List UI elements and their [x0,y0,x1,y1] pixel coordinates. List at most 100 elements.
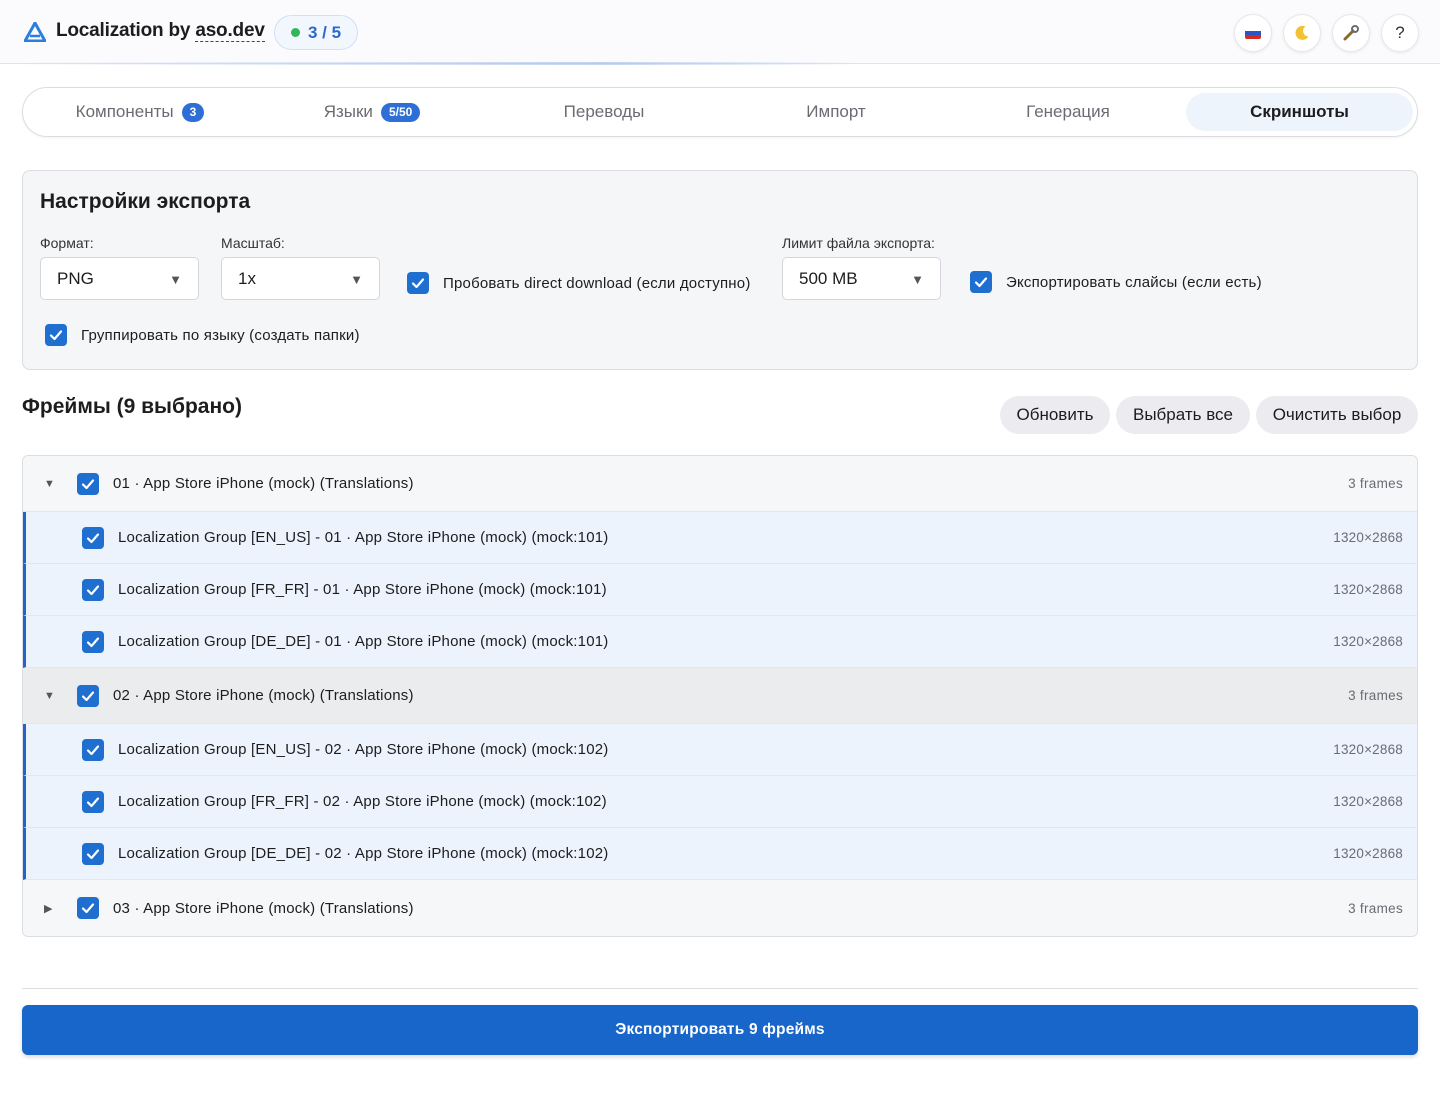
group-checkbox[interactable] [77,684,99,707]
checkmark-icon [86,584,100,595]
frame-checkbox[interactable] [82,578,104,601]
checkmark-icon [974,277,988,288]
group-checkbox[interactable] [77,897,99,919]
frame-group-row[interactable]: ▼ 02 · App Store iPhone (mock) (Translat… [23,668,1417,724]
step-progress-text: 3 / 5 [307,22,342,42]
tab-label: Переводы [563,102,645,121]
group-by-language-option[interactable]: Группировать по языку (создать папки) [45,324,360,346]
checkmark-icon [86,848,100,859]
caret-down-icon[interactable]: ▼ [44,690,55,702]
tab-generation[interactable]: Генерация [957,93,1179,131]
frames-list: ▼ 01 · App Store iPhone (mock) (Translat… [22,455,1418,937]
wrench-icon [1343,25,1359,41]
chevron-down-icon: ▼ [911,272,924,287]
frame-row[interactable]: Localization Group [FR_FR] - 02 · App St… [23,776,1417,828]
tab-components[interactable]: Компоненты 3 [29,93,251,131]
frame-row[interactable]: Localization Group [FR_FR] - 01 · App St… [23,564,1417,616]
frame-size: 1320×2868 [1333,582,1403,597]
frame-checkbox[interactable] [82,842,104,865]
frame-size: 1320×2868 [1333,846,1403,861]
frame-row[interactable]: Localization Group [DE_DE] - 01 · App St… [23,616,1417,668]
status-dot-icon [290,28,300,37]
checkmark-icon [49,330,63,341]
frame-group-row[interactable]: ▼ 01 · App Store iPhone (mock) (Translat… [23,456,1417,512]
export-slices-checkbox[interactable] [970,271,992,293]
frame-checkbox[interactable] [82,526,104,549]
tab-badge: 5/50 [380,102,421,122]
group-frame-count: 3 frames [1348,476,1403,491]
frame-group-row[interactable]: ▶ 03 · App Store iPhone (mock) (Translat… [23,880,1417,936]
tools-button[interactable] [1332,14,1370,52]
tab-label: Генерация [1026,102,1110,121]
frame-label: Localization Group [FR_FR] - 01 · App St… [118,581,607,598]
frame-size: 1320×2868 [1333,530,1403,545]
group-by-language-label: Группировать по языку (создать папки) [81,326,360,344]
group-by-language-checkbox[interactable] [45,324,67,346]
frame-size: 1320×2868 [1333,634,1403,649]
frame-checkbox[interactable] [82,738,104,761]
group-checkbox[interactable] [77,472,99,495]
frame-checkbox[interactable] [82,790,104,813]
group-frame-count: 3 frames [1348,688,1403,703]
format-select[interactable]: PNG ▼ [40,257,199,300]
tab-languages[interactable]: Языки 5/50 [261,93,483,131]
frame-row[interactable]: Localization Group [EN_US] - 02 · App St… [23,724,1417,776]
tab-label: Импорт [806,102,866,121]
export-settings-panel: Настройки экспорта Формат: PNG ▼ Масштаб… [22,170,1418,370]
checkmark-icon [81,478,95,489]
frame-size: 1320×2868 [1333,794,1403,809]
language-button[interactable] [1234,14,1272,52]
scale-label: Масштаб: [221,235,285,251]
group-label: 03 · App Store iPhone (mock) (Translatio… [113,899,414,917]
frame-label: Localization Group [DE_DE] - 02 · App St… [118,845,609,862]
frame-row[interactable]: Localization Group [DE_DE] - 02 · App St… [23,828,1417,880]
scale-value: 1x [238,268,256,288]
group-label: 01 · App Store iPhone (mock) (Translatio… [113,475,414,492]
divider [22,988,1418,989]
caret-down-icon[interactable]: ▼ [44,478,55,490]
flag-ru-icon [1245,27,1261,39]
chevron-down-icon: ▼ [169,272,182,287]
frame-label: Localization Group [EN_US] - 01 · App St… [118,529,609,546]
checkmark-icon [411,278,425,289]
checkmark-icon [86,636,100,647]
refresh-button[interactable]: Обновить [1000,396,1110,434]
frame-label: Localization Group [DE_DE] - 01 · App St… [118,633,609,650]
aso-logo-icon [24,22,46,42]
brand-link[interactable]: aso.dev [195,20,265,42]
frame-label: Localization Group [FR_FR] - 02 · App St… [118,793,607,810]
direct-download-option[interactable]: Пробовать direct download (если доступно… [407,272,751,294]
file-limit-select[interactable]: 500 MB ▼ [782,257,941,300]
select-all-button[interactable]: Выбрать все [1116,396,1250,434]
help-button[interactable]: ? [1381,14,1419,52]
header-progress-bar [0,62,860,65]
direct-download-checkbox[interactable] [407,272,429,294]
frame-checkbox[interactable] [82,630,104,653]
tab-screenshots[interactable]: Скриншоты [1186,93,1413,131]
frame-size: 1320×2868 [1333,742,1403,757]
frame-row[interactable]: Localization Group [EN_US] - 01 · App St… [23,512,1417,564]
moon-icon [1295,25,1309,40]
tab-import[interactable]: Импорт [725,93,947,131]
format-label: Формат: [40,235,94,251]
export-frames-button[interactable]: Экспортировать 9 фреймs [22,1005,1418,1055]
file-limit-label: Лимит файла экспорта: [782,235,935,251]
checkmark-icon [81,690,95,701]
checkmark-icon [81,903,95,914]
clear-selection-button[interactable]: Очистить выбор [1256,396,1418,434]
file-limit-value: 500 MB [799,268,858,288]
format-value: PNG [57,268,94,288]
tab-label: Компоненты [75,102,174,121]
tab-label: Языки [323,102,373,121]
tab-badge: 3 [181,102,205,122]
caret-right-icon[interactable]: ▶ [44,902,52,915]
settings-title: Настройки экспорта [40,190,251,213]
checkmark-icon [86,744,100,755]
tab-translations[interactable]: Переводы [493,93,715,131]
theme-toggle-button[interactable] [1283,14,1321,52]
export-slices-option[interactable]: Экспортировать слайсы (если есть) [970,271,1262,293]
app-title: Localization by aso.dev [56,20,265,42]
checkmark-icon [86,796,100,807]
scale-select[interactable]: 1x ▼ [221,257,380,300]
step-progress-badge: 3 / 5 [274,15,358,50]
